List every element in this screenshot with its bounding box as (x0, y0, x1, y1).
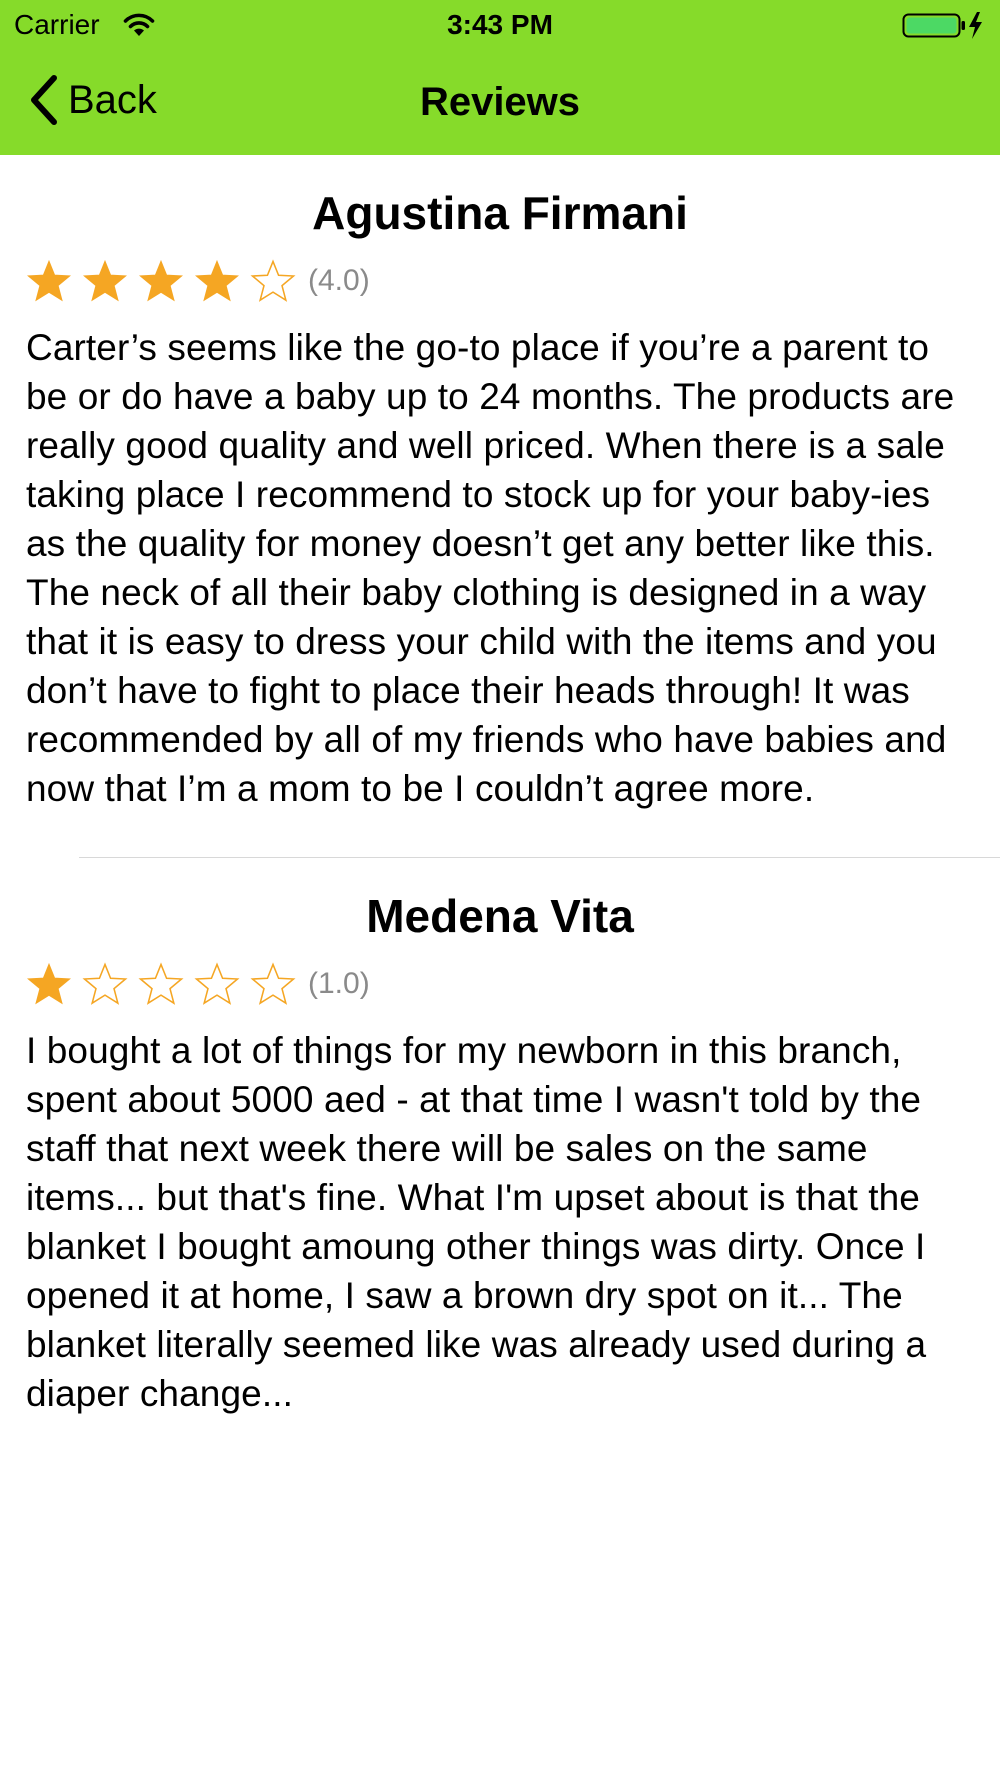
star-empty-icon (250, 962, 296, 1005)
status-time: 3:43 PM (447, 9, 553, 40)
reviews-list: Agustina Firmani (4.0) Carter’s seems li… (0, 155, 1000, 1418)
star-empty-icon (138, 962, 184, 1005)
review-item: Medena Vita (1.0) I bought a lot of thin… (0, 888, 1000, 1418)
divider (79, 857, 1000, 858)
star-empty-icon (194, 962, 240, 1005)
reviewer-name: Medena Vita (366, 890, 634, 942)
review-text: I bought a lot of things for my newborn … (26, 1030, 927, 1414)
star-filled-icon (26, 962, 72, 1005)
star-filled-icon (138, 259, 184, 302)
review-text: Carter’s seems like the go-to place if y… (26, 327, 955, 809)
star-rating: (4.0) (26, 255, 974, 307)
star-rating: (1.0) (26, 958, 974, 1010)
star-filled-icon (194, 259, 240, 302)
star-filled-icon (26, 259, 72, 302)
status-bar: Carrier 3:43 PM (0, 0, 1000, 50)
battery-charging-icon (902, 12, 982, 39)
star-filled-icon (82, 259, 128, 302)
reviewer-name: Agustina Firmani (312, 187, 688, 239)
rating-value: (1.0) (308, 967, 370, 1000)
review-item: Agustina Firmani (4.0) Carter’s seems li… (0, 185, 1000, 858)
star-empty-icon (250, 259, 296, 302)
navigation-bar: Back Reviews (0, 50, 1000, 155)
star-empty-icon (82, 962, 128, 1005)
rating-value: (4.0) (308, 264, 370, 297)
page-title: Reviews (419, 80, 581, 124)
